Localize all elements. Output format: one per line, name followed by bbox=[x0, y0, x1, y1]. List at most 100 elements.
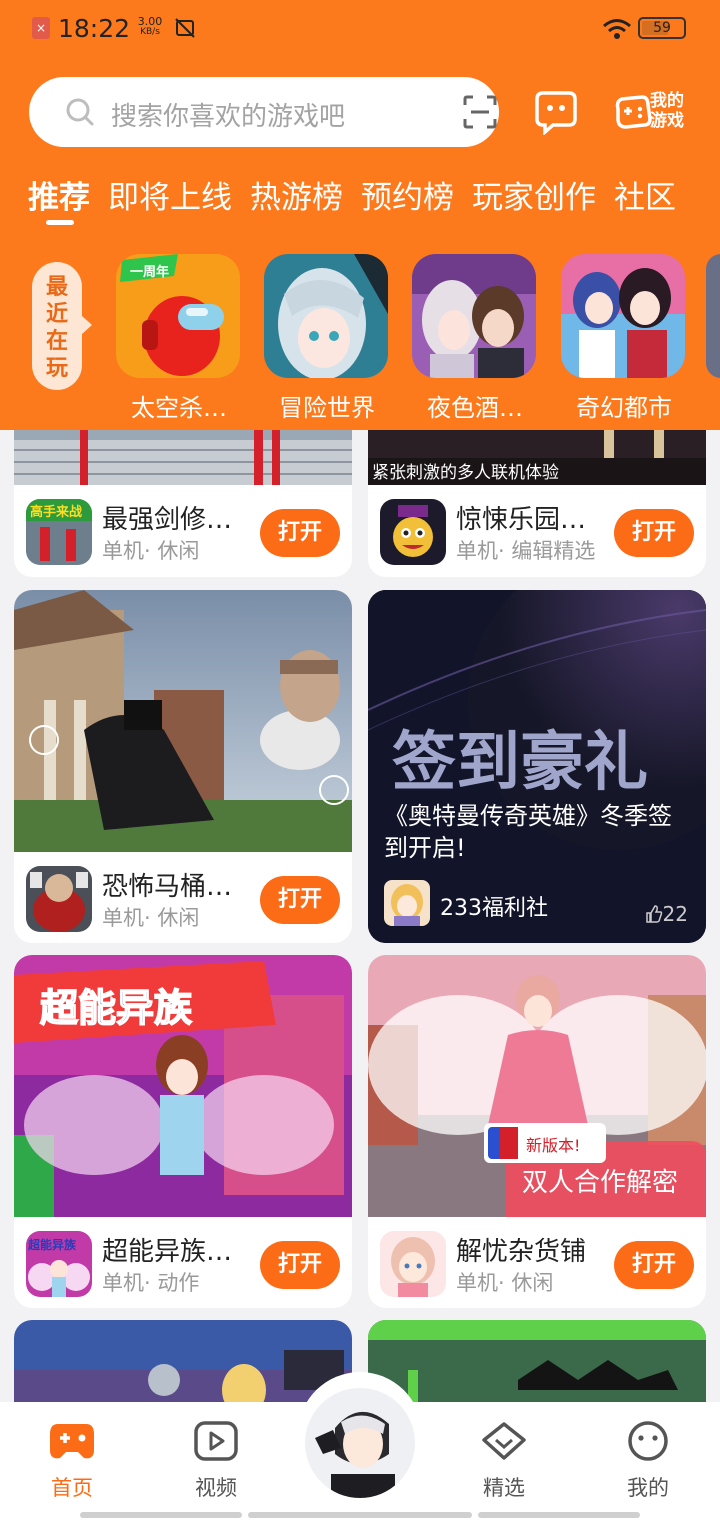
gamepad-icon bbox=[50, 1424, 94, 1459]
game-title: 恐怖马桶… bbox=[102, 872, 233, 902]
recent-label-char: 近 bbox=[45, 302, 68, 327]
thumb-up-icon bbox=[645, 905, 662, 923]
tab-creations[interactable]: 玩家创作 bbox=[472, 172, 596, 217]
recent-game-2[interactable]: 冒险世界 bbox=[264, 254, 390, 423]
game-banner-image: 超能异族 bbox=[14, 955, 352, 1217]
icon-text: 超能异族 bbox=[27, 1237, 77, 1252]
game-title: 解忧杂货铺 bbox=[456, 1237, 587, 1267]
promo-card[interactable]: 签到豪礼 《奥特曼传奇英雄》冬季签到开启! 233福利社 22 bbox=[368, 590, 706, 943]
promo-likes[interactable]: 22 bbox=[645, 902, 688, 926]
game-tags: 单机· 休闲 bbox=[456, 1271, 554, 1295]
author-avatar bbox=[384, 880, 430, 926]
scan-icon[interactable] bbox=[463, 95, 497, 129]
nav-home[interactable]: 首页 bbox=[32, 1420, 112, 1502]
mute-icon bbox=[174, 17, 196, 44]
category-tabs: 推荐 即将上线 热游榜 预约榜 玩家创作 社区 bbox=[28, 172, 694, 225]
network-speed: 3.00 KB/s bbox=[134, 16, 166, 38]
banner-title: 超能异族 bbox=[40, 986, 192, 1030]
open-button[interactable]: 打开 bbox=[614, 1241, 694, 1289]
open-button[interactable]: 打开 bbox=[260, 1241, 340, 1289]
open-button[interactable]: 打开 bbox=[260, 876, 340, 924]
tab-reservation[interactable]: 预约榜 bbox=[361, 172, 454, 217]
gesture-bar-left bbox=[80, 1512, 242, 1518]
wifi-icon bbox=[602, 18, 632, 44]
game-info: 恐怖马桶… 单机· 休闲 打开 bbox=[14, 852, 352, 943]
game-title: 最强剑修… bbox=[102, 505, 233, 535]
game-banner-image bbox=[14, 590, 352, 852]
game-title: 惊悚乐园… bbox=[456, 505, 587, 535]
recent-game-name: 冒险世界 bbox=[279, 394, 375, 422]
game-tags: 单机· 动作 bbox=[102, 1271, 200, 1295]
gamepad-icon bbox=[615, 95, 652, 129]
recent-played-label: 最 近 在 玩 bbox=[32, 262, 92, 390]
nav-label: 首页 bbox=[51, 1476, 93, 1500]
profile-face-icon bbox=[628, 1421, 668, 1461]
game-icon: 超能异族 bbox=[26, 1231, 92, 1297]
search-placeholder[interactable]: 搜索你喜欢的游戏吧 bbox=[111, 96, 345, 133]
message-icon[interactable] bbox=[533, 89, 579, 135]
play-icon bbox=[194, 1421, 238, 1461]
game-card[interactable]: 双人合作解密 新版本! 解忧杂货铺 单机· 休闲 打开 bbox=[368, 955, 706, 1308]
tab-community[interactable]: 社区 bbox=[614, 172, 676, 217]
recent-label-char: 玩 bbox=[45, 356, 68, 381]
game-thumbnail: 一周年 bbox=[116, 254, 240, 378]
recent-game-name: 夜色酒… bbox=[427, 394, 523, 422]
recent-label-char: 最 bbox=[45, 275, 68, 300]
promo-description: 《奥特曼传奇英雄》冬季签到开启! bbox=[384, 802, 672, 862]
game-info: 高手来战 最强剑修… 单机· 休闲 打开 bbox=[14, 485, 352, 577]
promo-headline: 签到豪礼 bbox=[392, 726, 648, 800]
status-bar: × 18:22 3.00 KB/s 59 bbox=[0, 0, 720, 60]
game-title: 超能异族… bbox=[102, 1237, 233, 1267]
game-card[interactable]: 恐怖马桶… 单机· 休闲 打开 bbox=[14, 590, 352, 943]
game-info: 惊悚乐园… 单机· 编辑精选 打开 bbox=[368, 485, 706, 577]
tab-recommend[interactable]: 推荐 bbox=[28, 172, 90, 225]
nav-label: 视频 bbox=[195, 1476, 237, 1500]
nav-label: 我的 bbox=[627, 1476, 669, 1500]
game-thumbnail bbox=[561, 254, 685, 378]
game-thumbnail bbox=[412, 254, 536, 378]
recent-game-name: 奇幻都市 bbox=[576, 394, 672, 422]
recent-game-4[interactable]: 奇幻都市 bbox=[561, 254, 687, 423]
nav-profile[interactable]: 我的 bbox=[608, 1420, 688, 1502]
sim-icon: × bbox=[32, 17, 50, 39]
battery-level: 59 bbox=[653, 20, 671, 36]
tab-upcoming[interactable]: 即将上线 bbox=[108, 172, 232, 217]
center-avatar-button[interactable] bbox=[305, 1388, 415, 1498]
my-games-line2: 游戏 bbox=[650, 111, 684, 131]
likes-count: 22 bbox=[662, 902, 688, 926]
recent-game-1[interactable]: 一周年 太空杀… bbox=[116, 254, 242, 423]
banner-caption: 紧张刺激的多人联机体验 bbox=[372, 463, 559, 483]
nav-label: 精选 bbox=[483, 1476, 525, 1500]
my-games-line1: 我的 bbox=[650, 91, 684, 111]
open-button[interactable]: 打开 bbox=[260, 509, 340, 557]
icon-text: 高手来战 bbox=[30, 504, 82, 520]
recent-game-3[interactable]: 夜色酒… bbox=[412, 254, 538, 423]
game-icon bbox=[26, 866, 92, 932]
game-info: 超能异族 超能异族… 单机· 动作 打开 bbox=[14, 1217, 352, 1308]
search-icon bbox=[66, 98, 94, 126]
tab-hot[interactable]: 热游榜 bbox=[250, 172, 343, 217]
top-header: × 18:22 3.00 KB/s 59 搜索你喜欢的游戏吧 我的 游戏 推荐即… bbox=[0, 0, 720, 430]
recent-game-peek[interactable] bbox=[706, 254, 720, 378]
nav-featured[interactable]: 精选 bbox=[464, 1420, 544, 1502]
game-banner-image: 双人合作解密 新版本! bbox=[368, 955, 706, 1217]
search-bar[interactable]: 搜索你喜欢的游戏吧 bbox=[29, 77, 499, 147]
my-games-button[interactable]: 我的 游戏 bbox=[612, 89, 694, 139]
game-info: 解忧杂货铺 单机· 休闲 打开 bbox=[368, 1217, 706, 1308]
game-tags: 单机· 编辑精选 bbox=[456, 539, 596, 563]
game-tags: 单机· 休闲 bbox=[102, 906, 200, 930]
network-speed-value: 3.00 bbox=[137, 15, 163, 28]
gesture-bar-center bbox=[248, 1512, 472, 1518]
banner-caption: 双人合作解密 bbox=[522, 1168, 678, 1198]
status-time: 18:22 bbox=[58, 14, 131, 43]
open-button[interactable]: 打开 bbox=[614, 509, 694, 557]
game-card[interactable]: 超能异族 超能异族 超能异族… 单机· 动作 打开 bbox=[14, 955, 352, 1308]
recent-game-name: 太空杀… bbox=[131, 394, 227, 422]
gesture-bar-right bbox=[478, 1512, 640, 1518]
game-icon bbox=[380, 499, 446, 565]
game-icon: 高手来战 bbox=[26, 499, 92, 565]
game-icon bbox=[380, 1231, 446, 1297]
nav-video[interactable]: 视频 bbox=[176, 1420, 256, 1502]
recent-label-char: 在 bbox=[45, 329, 68, 354]
my-games-label: 我的 游戏 bbox=[650, 91, 694, 131]
